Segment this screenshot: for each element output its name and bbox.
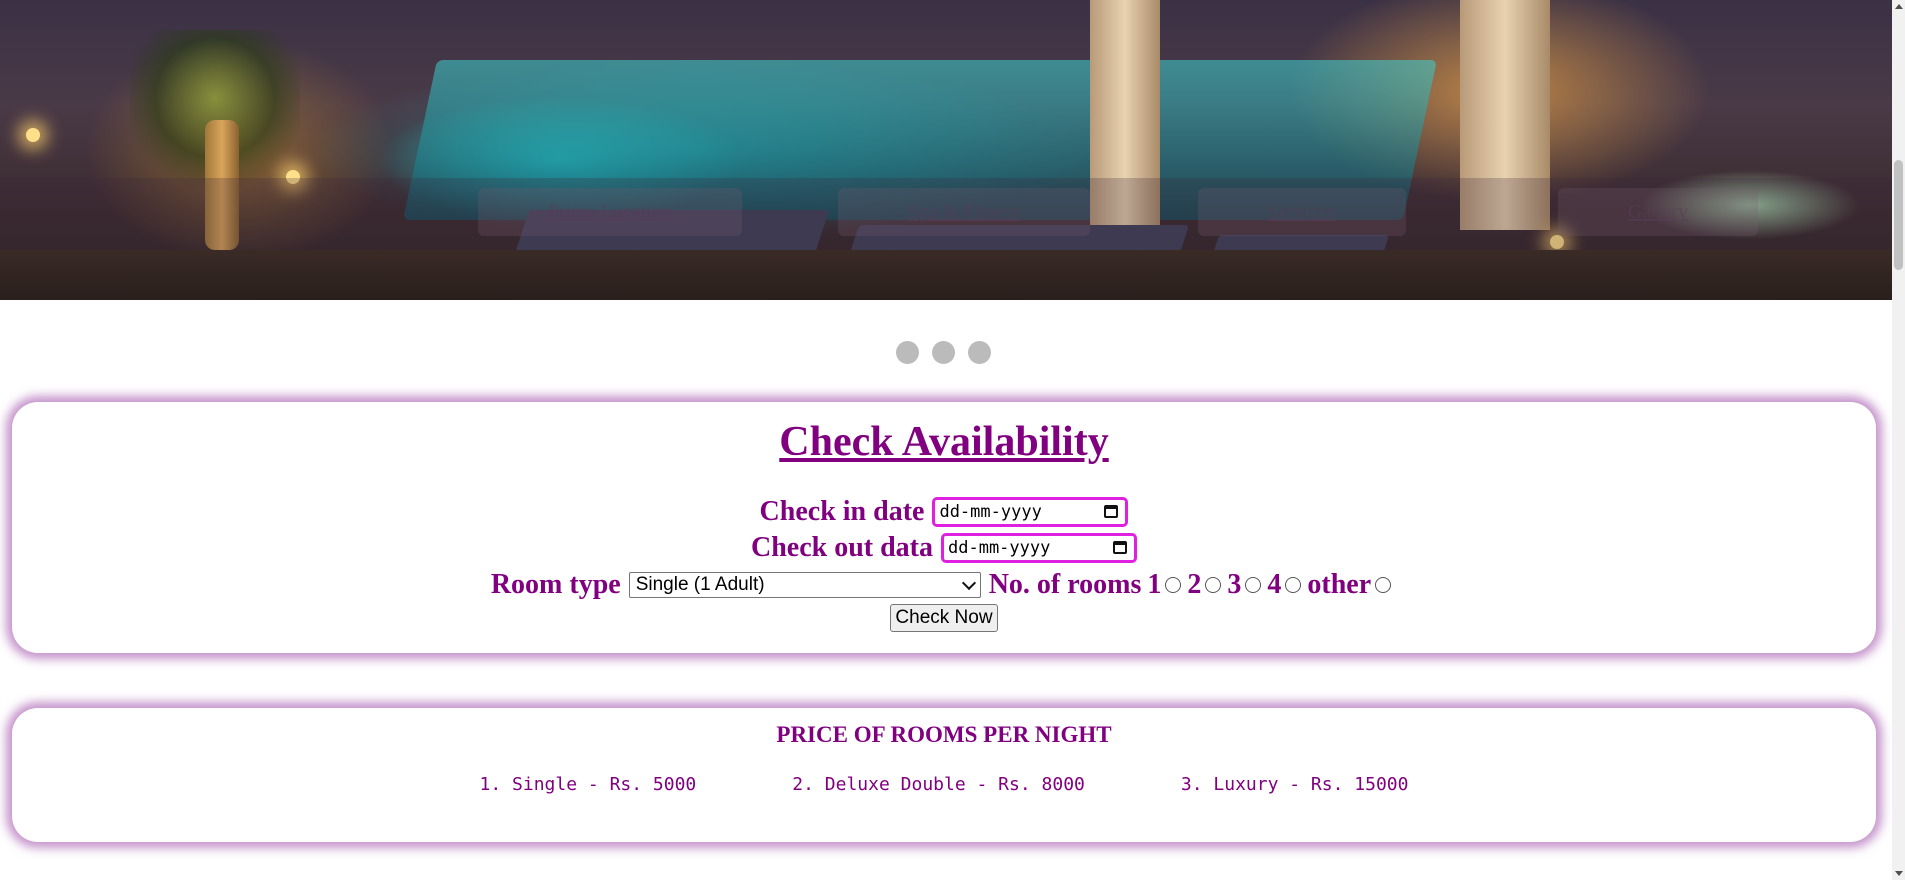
scrollbar-thumb[interactable] (1894, 160, 1903, 270)
rooms-option-1-radio[interactable] (1165, 577, 1182, 593)
check-out-label: Check out data (750, 532, 933, 563)
check-availability-card: Check Availability Check in date dd-mm-y… (12, 402, 1876, 653)
rooms-option-4-radio[interactable] (1285, 577, 1302, 593)
room-type-selected-value: Single (1 Adult) (635, 574, 765, 595)
rooms-option-3-radio[interactable] (1245, 577, 1262, 593)
rooms-option-2-label: 2 (1187, 569, 1202, 600)
rooms-option-4-label: 4 (1267, 569, 1282, 600)
check-in-date-input[interactable]: dd-mm-yyyy (932, 497, 1129, 527)
hero-nav-services[interactable]: Services (1198, 188, 1406, 236)
hero-slideshow-image: Prime Location Spa & Fitness Services Ga… (0, 0, 1892, 300)
room-prices-title: PRICE OF ROOMS PER NIGHT (776, 722, 1112, 747)
hero-nav-spa-fitness[interactable]: Spa & Fitness (838, 188, 1091, 236)
check-out-date-input[interactable]: dd-mm-yyyy (941, 533, 1137, 563)
rooms-option-1-label: 1 (1147, 569, 1162, 600)
room-type-label: Room type (490, 569, 621, 600)
slide-indicator-dots (896, 341, 991, 364)
room-prices-list: 1. Single - Rs. 5000 2. Deluxe Double - … (12, 774, 1876, 795)
check-in-row: Check in date dd-mm-yyyy (12, 496, 1876, 528)
slide-dot-3[interactable] (968, 341, 991, 364)
chevron-down-icon (961, 575, 976, 591)
check-in-label: Check in date (759, 496, 925, 527)
rooms-option-2-radio[interactable] (1205, 577, 1222, 593)
calendar-icon[interactable] (1112, 539, 1130, 557)
room-prices-card: PRICE OF ROOMS PER NIGHT 1. Single - Rs.… (12, 708, 1876, 842)
room-options-row: Room type Single (1 Adult) No. of rooms … (12, 569, 1876, 601)
rooms-option-3-label: 3 (1227, 569, 1242, 600)
room-type-select[interactable]: Single (1 Adult) (628, 572, 981, 598)
price-item-luxury: 3. Luxury - Rs. 15000 (1180, 774, 1409, 795)
submit-row: Check Now (12, 604, 1876, 632)
hero-nav-prime-location[interactable]: Prime Location (478, 188, 742, 236)
page-scrollbar[interactable] (1892, 0, 1905, 880)
rooms-option-other-label: other (1307, 569, 1372, 600)
price-item-deluxe-double: 2. Deluxe Double - Rs. 8000 (792, 774, 1085, 795)
slide-dot-1[interactable] (896, 341, 919, 364)
lamp-graphic (26, 128, 40, 142)
slide-dot-2[interactable] (932, 341, 955, 364)
price-item-single: 1. Single - Rs. 5000 (479, 774, 697, 795)
hero-nav-gallery[interactable]: Gallery (1558, 188, 1758, 236)
check-out-row: Check out data dd-mm-yyyy (12, 532, 1876, 564)
deck-graphic (0, 250, 1892, 300)
check-now-button[interactable]: Check Now (890, 604, 998, 632)
check-availability-title: Check Availability (779, 419, 1109, 465)
rooms-count-label: No. of rooms (988, 569, 1142, 600)
check-out-placeholder: dd-mm-yyyy (948, 538, 1051, 558)
check-in-placeholder: dd-mm-yyyy (939, 502, 1042, 522)
scroll-up-arrow-icon[interactable] (1895, 4, 1903, 9)
calendar-icon[interactable] (1103, 503, 1121, 521)
rooms-option-other-radio[interactable] (1375, 577, 1392, 593)
scroll-down-arrow-icon[interactable] (1895, 871, 1903, 876)
